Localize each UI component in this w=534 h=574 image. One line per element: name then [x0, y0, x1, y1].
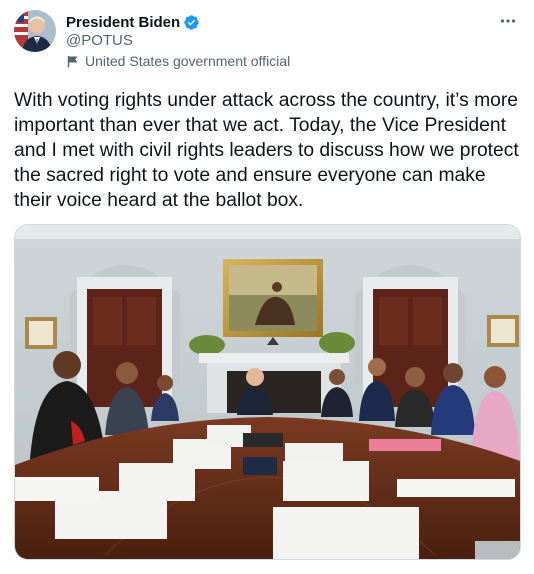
author-avatar[interactable]: [14, 10, 56, 52]
tweet-header: President Biden @POTUS United States gov…: [14, 10, 520, 70]
author-name-row: President Biden: [66, 12, 200, 32]
affiliation-label: United States government official: [66, 53, 290, 69]
verified-badge-icon: [183, 14, 200, 31]
author-handle[interactable]: @POTUS: [66, 32, 133, 49]
more-options-icon: [500, 19, 516, 23]
flag-icon: [67, 55, 79, 68]
more-options-button[interactable]: [496, 12, 520, 30]
tweet-card: President Biden @POTUS United States gov…: [0, 0, 534, 574]
affiliation-text: United States government official: [85, 53, 291, 69]
avatar-photo-icon: [14, 10, 56, 52]
meeting-photo-image: [15, 225, 520, 559]
tweet-photo[interactable]: [14, 224, 521, 560]
tweet-text: With voting rights under attack across t…: [14, 90, 525, 211]
author-display-name[interactable]: President Biden: [66, 14, 180, 31]
